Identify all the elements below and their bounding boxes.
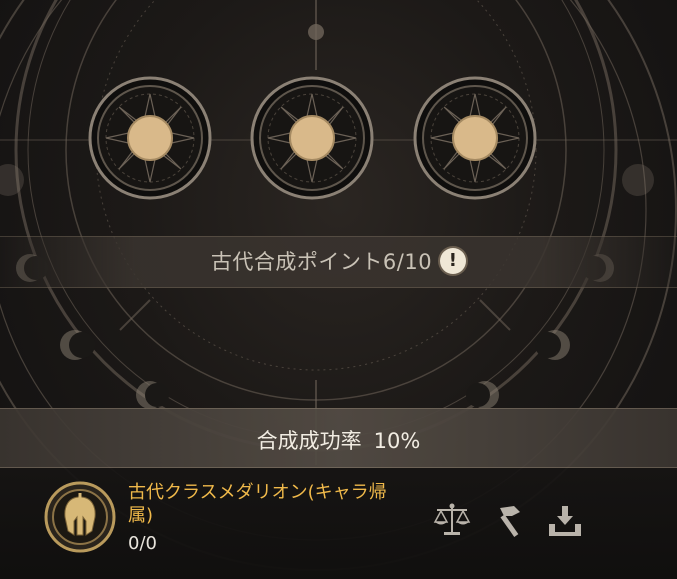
- item-name: 古代クラスメダリオン(キャラ帰属): [128, 482, 387, 526]
- info-icon[interactable]: !: [440, 248, 467, 274]
- medal-slot-empty-icon: [413, 76, 537, 200]
- medal-slot-empty-icon: [88, 76, 212, 200]
- success-rate-label: 合成成功率: [256, 429, 362, 453]
- success-rate-value: 10%: [373, 429, 421, 453]
- medal-slot-empty-icon: [250, 76, 374, 200]
- synthesis-points: 古代合成ポイント6/10!: [0, 246, 677, 276]
- medal-slot-1[interactable]: [88, 76, 212, 200]
- hammer-icon[interactable]: [490, 500, 530, 540]
- scale-icon[interactable]: [432, 500, 472, 540]
- medal-slot-2[interactable]: [250, 76, 374, 200]
- success-rate: 合成成功率 10%: [0, 425, 677, 455]
- helmet-medallion-icon[interactable]: [44, 481, 116, 553]
- synthesis-points-label: 古代合成ポイント6/10: [210, 250, 433, 274]
- medal-slot-3[interactable]: [413, 76, 537, 200]
- receive-icon[interactable]: [545, 500, 585, 540]
- item-count: 0/0: [128, 533, 157, 554]
- synthesis-screen: 古代合成ポイント6/10! 合成成功率 10% 古代クラスメダリオン(キャラ帰属)…: [0, 0, 677, 579]
